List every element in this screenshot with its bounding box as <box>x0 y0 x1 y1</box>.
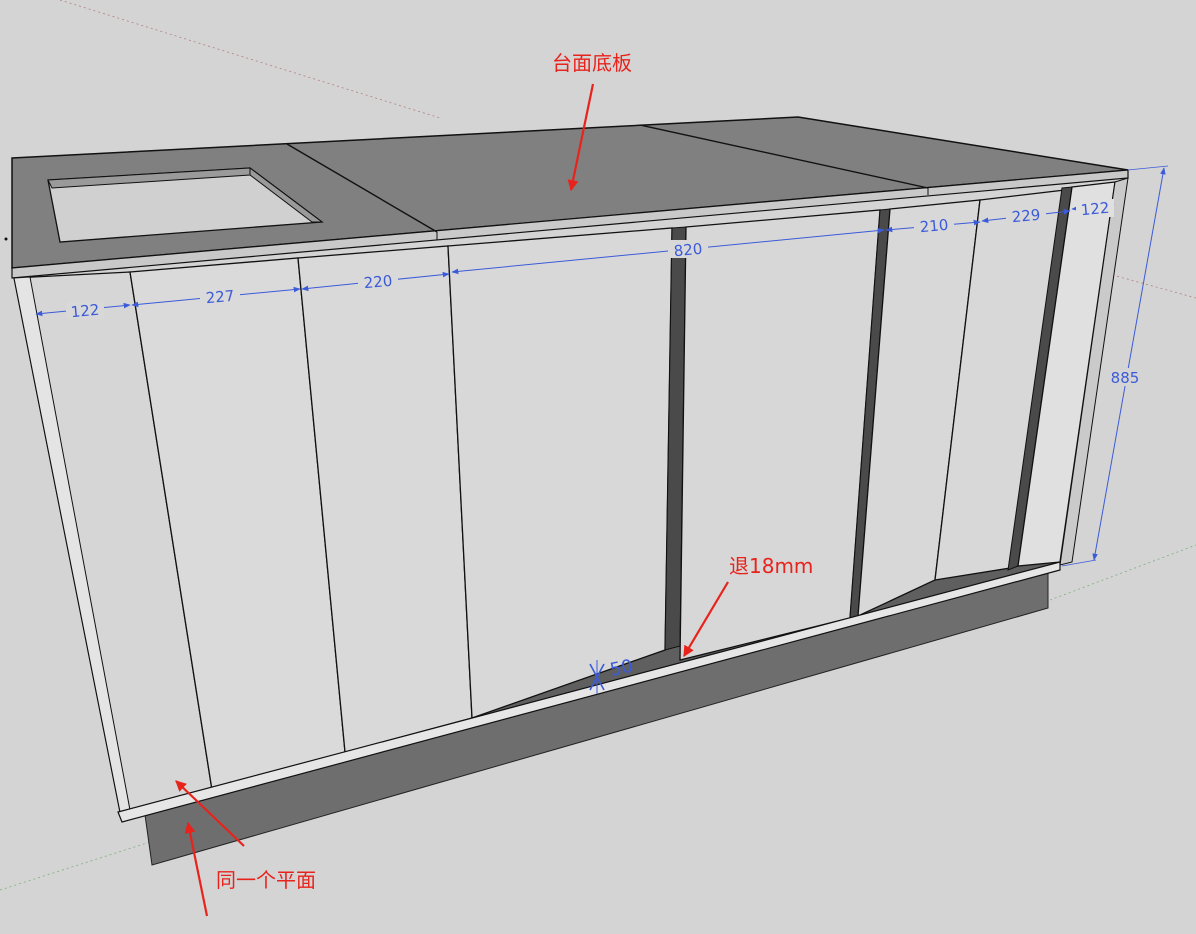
dim-right-end-width: 122 <box>1080 199 1110 219</box>
dim-center-span: 820 <box>673 240 703 260</box>
dim-height: 885 <box>1111 369 1140 387</box>
dim-left-col-2: 220 <box>363 272 393 292</box>
dim-left-end-width: 122 <box>70 301 100 321</box>
annotation-top-board: 台面底板 <box>552 51 632 75</box>
annotation-setback: 退18mm <box>729 554 813 578</box>
dim-left-col-1: 227 <box>205 287 235 307</box>
cabinet-model-viewport: 122 227 220 820 210 229 122 885 50 台面底板 … <box>0 0 1196 917</box>
dim-right-col-1: 210 <box>919 216 949 236</box>
dim-right-col-2: 229 <box>1011 206 1041 226</box>
origin-marker <box>4 237 8 241</box>
annotation-same-plane: 同一个平面 <box>216 868 316 892</box>
